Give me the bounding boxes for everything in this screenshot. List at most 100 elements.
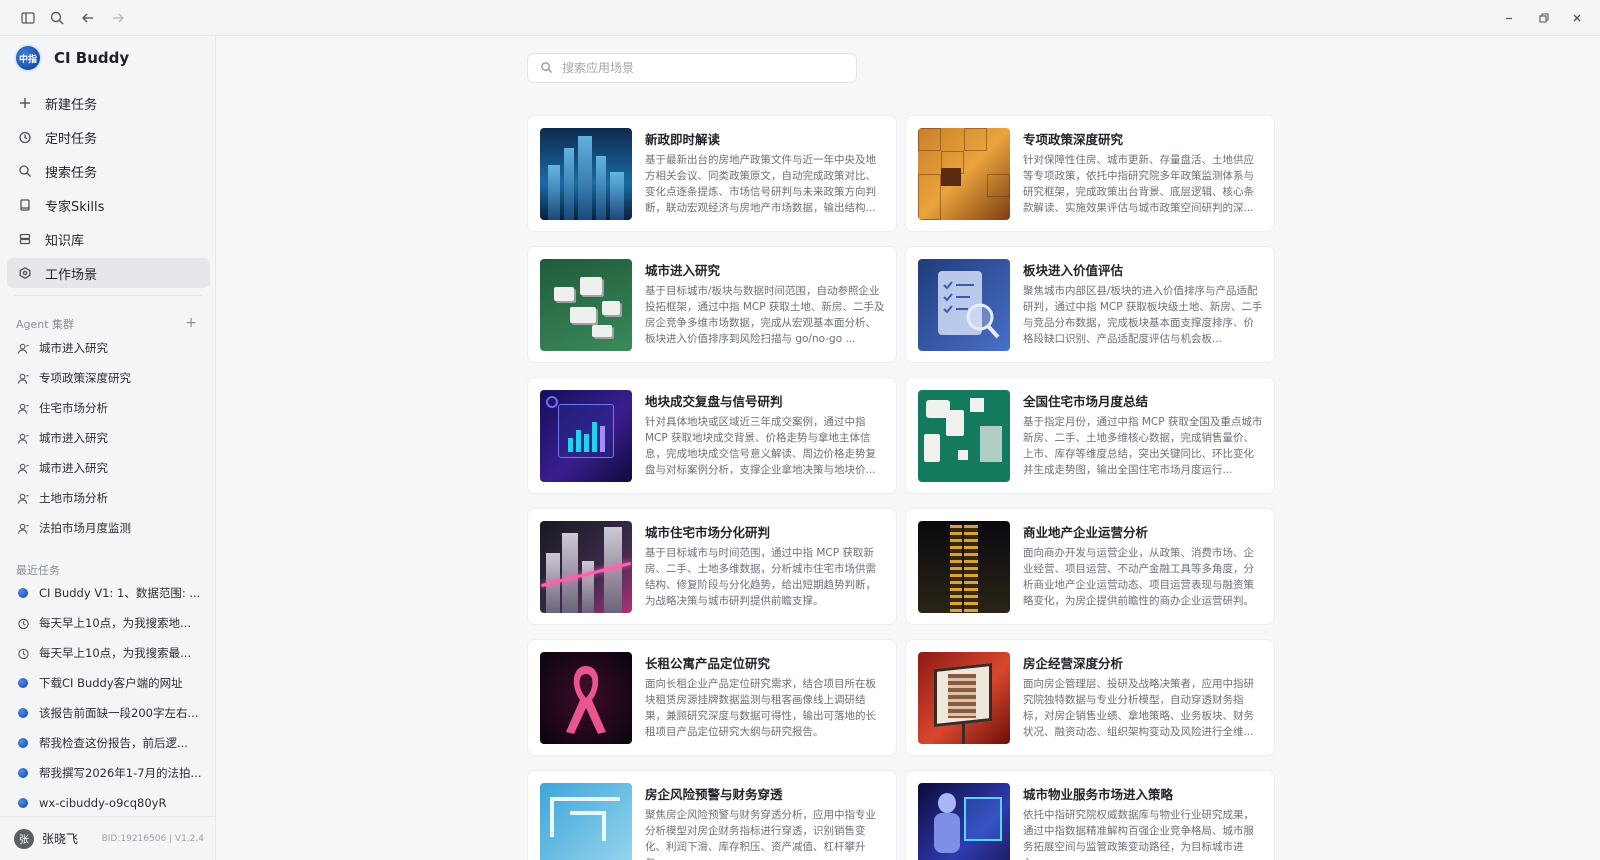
recent-task-label: 每天早上10点，为我搜索地...: [39, 616, 192, 630]
recent-task-item[interactable]: 每天早上10点，为我搜索地...: [16, 608, 206, 638]
pink-ribbon-image: [540, 652, 632, 744]
china-map-image: [918, 390, 1010, 482]
recent-task-list: CI Buddy V1: 1、数据范围: ... 每天早上10点，为我搜索地..…: [16, 578, 206, 818]
nav-expert-skills[interactable]: 专家Skills: [7, 190, 210, 220]
recent-task-label: 每天早上10点，为我搜索最...: [39, 646, 192, 660]
scenario-card[interactable]: 地块成交复盘与信号研判 针对具体地块或区域近三年成交案例，通过中指 MCP 获取…: [527, 377, 897, 494]
minimize-icon[interactable]: [1499, 8, 1519, 28]
clock-icon: [16, 646, 30, 660]
scenario-card[interactable]: 新政即时解读 基于最新出台的房地产政策文件与近一年中央及地方相关会议、同类政策原…: [527, 115, 897, 232]
card-title: 新政即时解读: [645, 132, 721, 147]
recent-section-title: 最近任务: [16, 564, 60, 577]
globe-dot-icon: [16, 766, 30, 780]
globe-dot-icon: [16, 586, 30, 600]
scenario-card[interactable]: 房企风险预警与财务穿透 聚焦房企风险预警与财务穿透分析，应用中指专业分析模型对房…: [527, 770, 897, 860]
recent-task-item[interactable]: CI Buddy V1: 1、数据范围: ...: [16, 578, 206, 608]
recent-task-item[interactable]: 帮我撰写2026年1-7月的法拍...: [16, 758, 206, 788]
user-icon: [16, 371, 30, 385]
card-title: 全国住宅市场月度总结: [1023, 394, 1149, 409]
recent-task-label: 下载CI Buddy客户端的网址: [39, 676, 183, 690]
back-arrow-icon[interactable]: [78, 8, 98, 28]
nav-label: 定时任务: [45, 131, 98, 147]
card-title: 城市住宅市场分化研判: [645, 525, 771, 540]
search-icon[interactable]: [47, 8, 67, 28]
dashboard-chart-image: [540, 390, 632, 482]
agent-label: 专项政策深度研究: [39, 371, 131, 385]
gold-grid-image: [918, 128, 1010, 220]
dark-towers-image: [540, 521, 632, 613]
recent-task-item[interactable]: 该报告前面缺一段200字左右...: [16, 698, 206, 728]
sidebar-toggle-icon[interactable]: [18, 8, 38, 28]
user-bar[interactable]: 张 张晓飞 BID:19216506 | V1.2.4: [0, 816, 216, 860]
forward-arrow-icon[interactable]: [108, 8, 128, 28]
card-description: 基于最新出台的房地产政策文件与近一年中央及地方相关会议、同类政策原文，自动完成政…: [645, 154, 876, 214]
agent-label: 法拍市场月度监测: [39, 521, 131, 535]
card-description: 面向长租企业产品定位研究需求，结合项目所在板块租赁房源挂牌数据监测与租客画像线上…: [645, 678, 876, 738]
agent-item[interactable]: 住宅市场分析: [16, 393, 206, 423]
user-icon: [16, 491, 30, 505]
nav-search-task[interactable]: 搜索任务: [7, 156, 210, 186]
brand[interactable]: 中指 CI Buddy: [14, 42, 129, 74]
agent-label: 城市进入研究: [39, 461, 108, 475]
billboard-building-image: [918, 652, 1010, 744]
avatar[interactable]: 张: [14, 828, 34, 849]
robot-screen-image: [918, 783, 1010, 860]
recent-task-label: wx-cibuddy-o9cq80yR: [39, 796, 167, 810]
nav-work-scenarios[interactable]: 工作场景: [7, 258, 210, 288]
agent-section-title: Agent 集群: [16, 318, 75, 331]
card-title: 房企风险预警与财务穿透: [645, 787, 783, 802]
card-title: 专项政策深度研究: [1023, 132, 1124, 147]
card-description: 基于目标城市与时间范围，通过中指 MCP 获取新房、二手、土地多维数据，分析城市…: [645, 547, 876, 607]
scenario-card[interactable]: 城市住宅市场分化研判 基于目标城市与时间范围，通过中指 MCP 获取新房、二手、…: [527, 508, 897, 625]
user-icon: [16, 461, 30, 475]
scenario-card[interactable]: 房企经营深度分析 面向房企管理层、投研及战略决策者，应用中指研究院独特数据与专业…: [905, 639, 1275, 756]
recent-task-item[interactable]: wx-cibuddy-o9cq80yR: [16, 788, 206, 818]
agent-item[interactable]: 法拍市场月度监测: [16, 513, 206, 543]
scenario-card[interactable]: 长租公寓产品定位研究 面向长租企业产品定位研究需求，结合项目所在板块租赁房源挂牌…: [527, 639, 897, 756]
scenario-card[interactable]: 全国住宅市场月度总结 基于指定月份，通过中指 MCP 获取全国及重点城市新房、二…: [905, 377, 1275, 494]
recent-task-label: CI Buddy V1: 1、数据范围: ...: [39, 586, 201, 600]
restore-icon[interactable]: [1533, 8, 1553, 28]
scenario-card[interactable]: 板块进入价值评估 聚焦城市内部区县/板块的进入价值排序与产品适配研判，通过中指 …: [905, 246, 1275, 363]
agent-item[interactable]: 专项政策深度研究: [16, 363, 206, 393]
agent-item[interactable]: 城市进入研究: [16, 423, 206, 453]
recent-task-item[interactable]: 下载CI Buddy客户端的网址: [16, 668, 206, 698]
add-agent-button[interactable]: +: [185, 316, 197, 330]
window-titlebar: [0, 0, 1600, 36]
nav-knowledge-base[interactable]: 知识库: [7, 224, 210, 254]
recent-task-item[interactable]: 每天早上10点，为我搜索最...: [16, 638, 206, 668]
app-logo: 中指: [14, 44, 42, 72]
card-description: 聚焦城市内部区县/板块的进入价值排序与产品适配研判，通过中指 MCP 获取板块级…: [1023, 285, 1263, 345]
agent-item[interactable]: 土地市场分析: [16, 483, 206, 513]
user-icon: [16, 431, 30, 445]
app-name: CI Buddy: [54, 49, 130, 67]
scenario-card[interactable]: 城市物业服务市场进入策略 依托中指研究院权威数据库与物业行业研究成果，通过中指数…: [905, 770, 1275, 860]
recent-task-label: 帮我检查这份报告，前后逻...: [39, 736, 188, 750]
search-icon: [17, 163, 33, 179]
nav-scheduled-task[interactable]: 定时任务: [7, 122, 210, 152]
city-skyline-image: [540, 128, 632, 220]
recent-task-item[interactable]: 帮我检查这份报告，前后逻...: [16, 728, 206, 758]
book-icon: [17, 197, 33, 213]
search-input[interactable]: [562, 61, 842, 75]
card-description: 聚焦房企风险预警与财务穿透分析，应用中指专业分析模型对房企财务指标进行穿透，识别…: [645, 809, 876, 860]
agent-item[interactable]: 城市进入研究: [16, 333, 206, 363]
main-nav: 新建任务 定时任务 搜索任务 专家Skills 知识库 工作场景: [7, 88, 210, 292]
close-icon[interactable]: [1567, 8, 1587, 28]
agent-item[interactable]: 城市进入研究: [16, 453, 206, 483]
scenario-search[interactable]: [527, 53, 857, 83]
card-description: 面向商办开发与运营企业，从政策、消费市场、企业经营、项目运营、不动产金融工具等多…: [1023, 547, 1254, 607]
nav-label: 搜索任务: [45, 165, 98, 181]
plus-icon: [17, 95, 33, 111]
scenario-card[interactable]: 专项政策深度研究 针对保障性住房、城市更新、存量盘活、土地供应等专项政策，依托中…: [905, 115, 1275, 232]
database-icon: [17, 231, 33, 247]
agent-list: 城市进入研究 专项政策深度研究 住宅市场分析 城市进入研究 城市进入研究 土地市…: [16, 333, 206, 543]
card-title: 长租公寓产品定位研究: [645, 656, 771, 671]
user-icon: [16, 401, 30, 415]
user-name: 张晓飞: [42, 832, 79, 846]
hexagon-icon: [17, 265, 33, 281]
recent-task-label: 帮我撰写2026年1-7月的法拍...: [39, 766, 202, 780]
scenario-card[interactable]: 城市进入研究 基于目标城市/板块与数据时间范围，自动参照企业投拓框架，通过中指 …: [527, 246, 897, 363]
scenario-card[interactable]: 商业地产企业运营分析 面向商办开发与运营企业，从政策、消费市场、企业经营、项目运…: [905, 508, 1275, 625]
nav-new-task[interactable]: 新建任务: [7, 88, 210, 118]
